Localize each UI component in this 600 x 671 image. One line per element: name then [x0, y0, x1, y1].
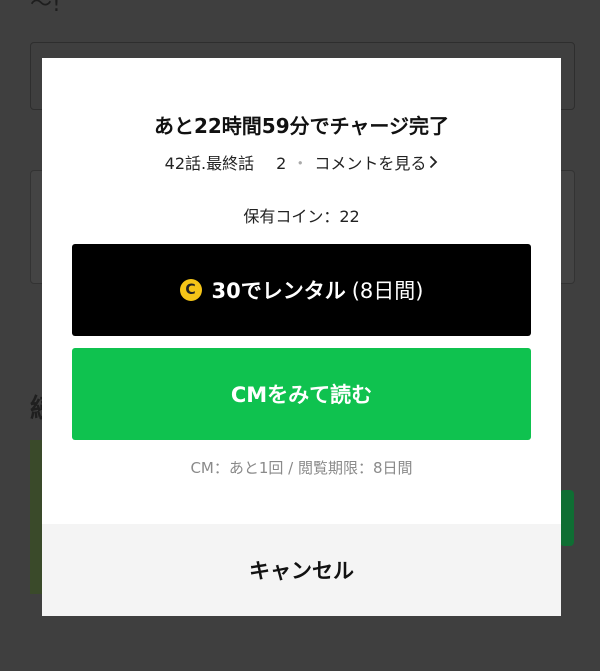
view-comments-label[interactable]: コメントを見る [314, 154, 426, 173]
comment-count: 2 [276, 154, 287, 173]
charge-remaining-title: あと22時間59分でチャージ完了 [153, 114, 450, 138]
cancel-label: キャンセル [249, 559, 354, 583]
watch-cm-label: CMをみて読む [230, 383, 373, 407]
coin-icon: C [179, 279, 202, 301]
watch-cm-button[interactable]: CMをみて読む [72, 348, 531, 440]
rent-button[interactable]: C 30でレンタル (8日間) [72, 244, 531, 336]
rent-price-label: 30でレンタル [211, 279, 346, 303]
rent-duration-label: (8日間) [351, 279, 424, 303]
rental-dialog: あと22時間59分でチャージ完了 42話.最終話 2 ・コメントを見る 保有コイン：… [42, 58, 561, 616]
cancel-button[interactable]: キャンセル [42, 524, 561, 616]
cm-info-text: CM：あと1回 / 閲覧期限：8日間 [190, 459, 413, 477]
background-green-button [560, 490, 574, 546]
episode-label: 42話.最終話 [164, 154, 255, 173]
owned-coins: 保有コイン：22 [243, 207, 360, 226]
episode-info-row: 42話.最終話 2 ・コメントを見る [42, 150, 561, 174]
background-text: ～! [30, 0, 61, 17]
separator-dot: ・ [292, 154, 309, 173]
chevron-right-icon[interactable] [429, 154, 438, 173]
view-comments-link[interactable]: コメントを見る [314, 154, 438, 173]
